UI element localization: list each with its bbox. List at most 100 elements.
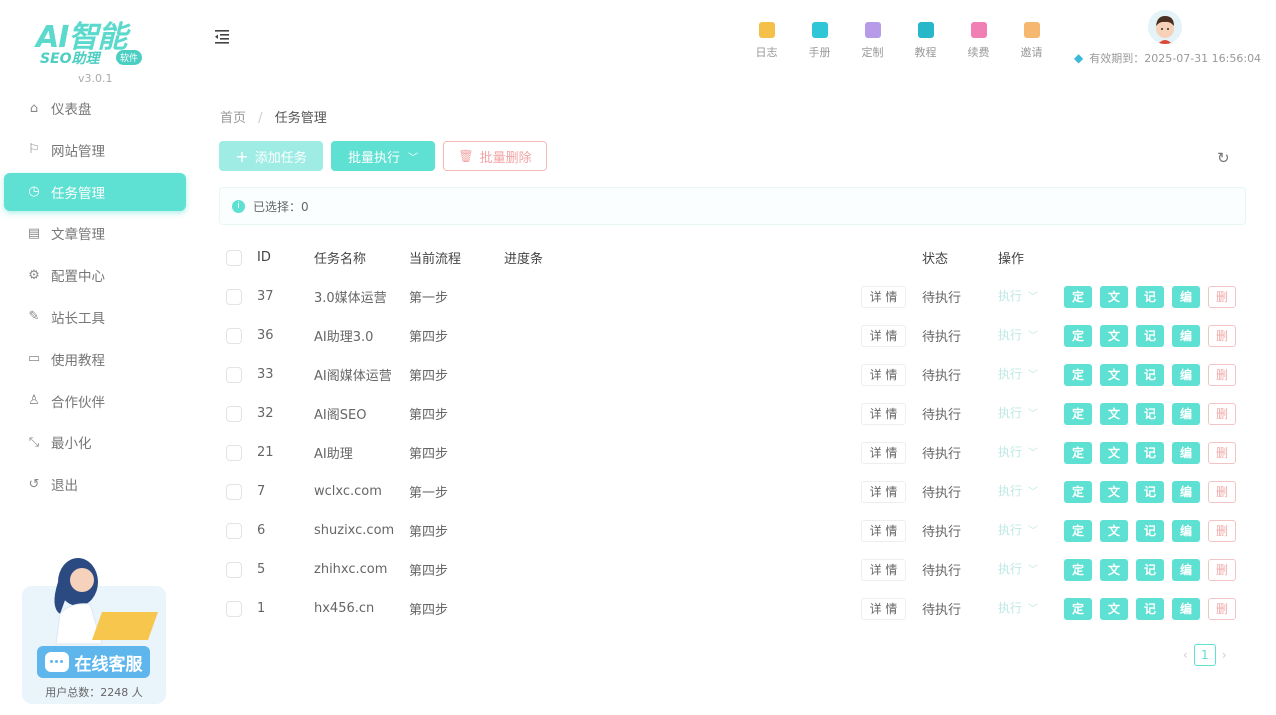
edit-button[interactable]: 编 [1172, 402, 1200, 425]
article-button[interactable]: 文 [1100, 324, 1128, 347]
shortcut-tutorial[interactable]: 教程 [899, 22, 952, 60]
menu-collapse-icon[interactable] [213, 28, 231, 44]
log-button[interactable]: 记 [1136, 285, 1164, 308]
schedule-button[interactable]: 定 [1064, 441, 1092, 464]
edit-button[interactable]: 编 [1172, 597, 1200, 620]
execute-dropdown[interactable]: 执行 ﹀ [998, 482, 1064, 499]
sidebar-item-1[interactable]: ⚐ 网站管理 [4, 131, 186, 169]
execute-dropdown[interactable]: 执行 ﹀ [998, 521, 1064, 538]
edit-button[interactable]: 编 [1172, 558, 1200, 581]
schedule-button[interactable]: 定 [1064, 402, 1092, 425]
row-checkbox[interactable] [226, 483, 242, 500]
sidebar-item-5[interactable]: ✎ 站长工具 [4, 298, 186, 336]
article-button[interactable]: 文 [1100, 363, 1128, 386]
edit-button[interactable]: 编 [1172, 324, 1200, 347]
schedule-button[interactable]: 定 [1064, 597, 1092, 620]
add-task-button[interactable]: + 添加任务 [219, 141, 323, 171]
refresh-icon[interactable]: ↻ [1217, 149, 1230, 167]
batch-execute-button[interactable]: 批量执行 ﹀ [331, 141, 435, 171]
detail-button[interactable]: 详 情 [861, 597, 906, 620]
detail-button[interactable]: 详 情 [861, 480, 906, 503]
row-checkbox[interactable] [226, 522, 242, 539]
shortcut-log[interactable]: 日志 [740, 22, 793, 60]
schedule-button[interactable]: 定 [1064, 363, 1092, 386]
log-button[interactable]: 记 [1136, 519, 1164, 542]
delete-button[interactable]: 删 [1208, 363, 1236, 386]
row-checkbox[interactable] [226, 327, 242, 344]
article-button[interactable]: 文 [1100, 402, 1128, 425]
next-page-button[interactable]: › [1222, 648, 1227, 662]
schedule-button[interactable]: 定 [1064, 519, 1092, 542]
detail-button[interactable]: 详 情 [861, 558, 906, 581]
delete-button[interactable]: 删 [1208, 480, 1236, 503]
edit-button[interactable]: 编 [1172, 480, 1200, 503]
detail-button[interactable]: 详 情 [861, 285, 906, 308]
execute-dropdown[interactable]: 执行 ﹀ [998, 599, 1064, 616]
delete-button[interactable]: 删 [1208, 285, 1236, 308]
prev-page-button[interactable]: ‹ [1183, 648, 1188, 662]
log-button[interactable]: 记 [1136, 324, 1164, 347]
sidebar-item-8[interactable]: ⤡ 最小化 [4, 423, 186, 461]
batch-delete-button[interactable]: 🗑 批量删除 [443, 141, 547, 171]
user-avatar[interactable] [1148, 10, 1182, 44]
execute-dropdown[interactable]: 执行 ﹀ [998, 326, 1064, 343]
execute-dropdown[interactable]: 执行 ﹀ [998, 287, 1064, 304]
shortcut-custom[interactable]: 定制 [846, 22, 899, 60]
row-checkbox[interactable] [226, 288, 242, 305]
sidebar-item-7[interactable]: ♙ 合作伙伴 [4, 382, 186, 420]
delete-button[interactable]: 删 [1208, 402, 1236, 425]
row-checkbox[interactable] [226, 405, 242, 422]
edit-button[interactable]: 编 [1172, 441, 1200, 464]
sidebar-item-9[interactable]: ↺ 退出 [4, 465, 186, 503]
sidebar-item-6[interactable]: ▭ 使用教程 [4, 340, 186, 378]
edit-button[interactable]: 编 [1172, 285, 1200, 308]
log-button[interactable]: 记 [1136, 441, 1164, 464]
shortcut-renew[interactable]: 续费 [952, 22, 1005, 60]
edit-button[interactable]: 编 [1172, 363, 1200, 386]
sidebar-item-3[interactable]: ▤ 文章管理 [4, 214, 186, 252]
article-button[interactable]: 文 [1100, 480, 1128, 503]
row-checkbox[interactable] [226, 561, 242, 578]
schedule-button[interactable]: 定 [1064, 324, 1092, 347]
article-button[interactable]: 文 [1100, 597, 1128, 620]
delete-button[interactable]: 删 [1208, 519, 1236, 542]
log-button[interactable]: 记 [1136, 402, 1164, 425]
delete-button[interactable]: 删 [1208, 441, 1236, 464]
log-button[interactable]: 记 [1136, 363, 1164, 386]
breadcrumb-home[interactable]: 首页 [220, 111, 246, 126]
online-service-button[interactable]: 在线客服 [37, 646, 150, 678]
execute-dropdown[interactable]: 执行 ﹀ [998, 443, 1064, 460]
schedule-button[interactable]: 定 [1064, 480, 1092, 503]
select-all-checkbox[interactable] [226, 249, 242, 266]
delete-button[interactable]: 删 [1208, 597, 1236, 620]
detail-button[interactable]: 详 情 [861, 519, 906, 542]
execute-dropdown[interactable]: 执行 ﹀ [998, 560, 1064, 577]
shortcut-invite[interactable]: 邀请 [1005, 22, 1058, 60]
log-button[interactable]: 记 [1136, 480, 1164, 503]
detail-button[interactable]: 详 情 [861, 324, 906, 347]
delete-button[interactable]: 删 [1208, 324, 1236, 347]
schedule-button[interactable]: 定 [1064, 558, 1092, 581]
article-button[interactable]: 文 [1100, 285, 1128, 308]
execute-dropdown[interactable]: 执行 ﹀ [998, 365, 1064, 382]
sidebar-item-4[interactable]: ⚙ 配置中心 [4, 256, 186, 294]
execute-dropdown[interactable]: 执行 ﹀ [998, 404, 1064, 421]
row-checkbox[interactable] [226, 444, 242, 461]
schedule-button[interactable]: 定 [1064, 285, 1092, 308]
article-button[interactable]: 文 [1100, 441, 1128, 464]
edit-button[interactable]: 编 [1172, 519, 1200, 542]
log-button[interactable]: 记 [1136, 558, 1164, 581]
shortcut-manual[interactable]: 手册 [793, 22, 846, 60]
article-button[interactable]: 文 [1100, 519, 1128, 542]
detail-button[interactable]: 详 情 [861, 441, 906, 464]
page-1-button[interactable]: 1 [1193, 644, 1216, 666]
article-button[interactable]: 文 [1100, 558, 1128, 581]
delete-button[interactable]: 删 [1208, 558, 1236, 581]
detail-button[interactable]: 详 情 [861, 363, 906, 386]
log-button[interactable]: 记 [1136, 597, 1164, 620]
detail-button[interactable]: 详 情 [861, 402, 906, 425]
row-checkbox[interactable] [226, 366, 242, 383]
row-checkbox[interactable] [226, 600, 242, 617]
sidebar-item-2[interactable]: ◷ 任务管理 [4, 172, 186, 211]
sidebar-item-0[interactable]: ⌂ 仪表盘 [4, 89, 186, 127]
